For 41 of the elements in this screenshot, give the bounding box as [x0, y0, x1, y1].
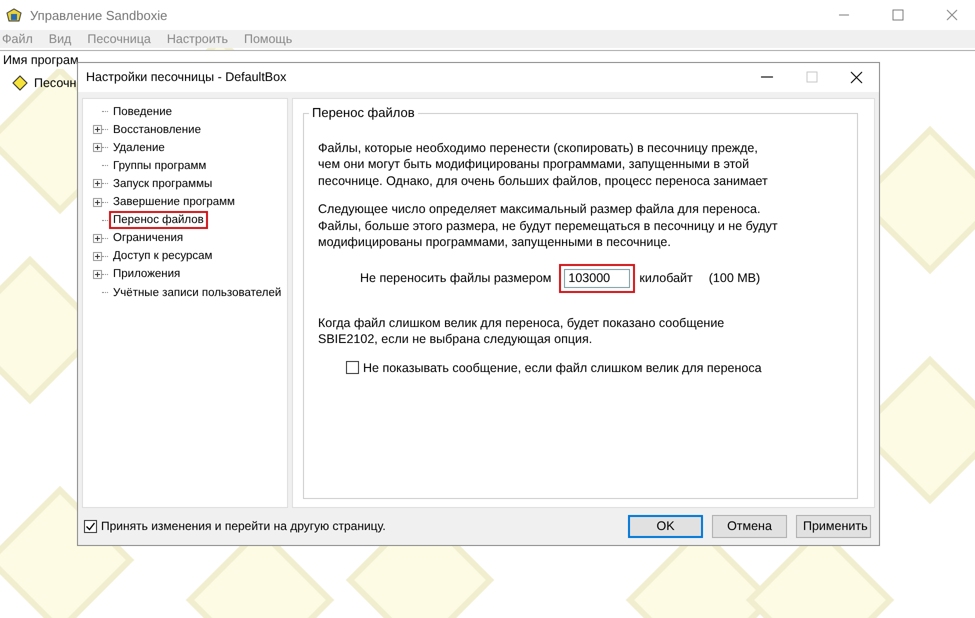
expand-icon[interactable] — [93, 143, 102, 152]
group-title: Перенос файлов — [309, 104, 418, 120]
dialog-button[interactable]: Отмена — [712, 514, 787, 538]
tree-item[interactable]: Доступ к ресурсам — [109, 247, 216, 266]
checkbox[interactable] — [346, 361, 359, 374]
expand-icon[interactable] — [93, 179, 102, 188]
checkbox[interactable] — [84, 520, 97, 533]
dialog-button[interactable]: Применить — [796, 514, 871, 538]
tree-item[interactable]: Группы программ — [109, 156, 210, 175]
tree-item[interactable]: Восстановление — [109, 120, 205, 139]
dialog-title: Настройки песочницы - DefaultBox — [86, 70, 286, 84]
tree-item[interactable]: Ограничения — [109, 229, 188, 248]
tree-item[interactable]: Песочн — [34, 76, 76, 90]
description-text: Файлы, которые необходимо перенести (скопировать) в песочницу прежде, чем они могут быть модифицированы программами, запущенными в этой песочнице. Однако, для очень больших файлов, процесс переноса занимает — [318, 140, 769, 190]
close-icon[interactable] — [850, 70, 863, 84]
expand-icon[interactable] — [93, 234, 102, 243]
dialog-button[interactable]: OK — [628, 514, 703, 538]
expand-icon[interactable] — [93, 270, 102, 279]
size-note: (100 MB) — [708, 271, 760, 286]
tree-item[interactable]: Приложения — [109, 265, 184, 284]
tree-item[interactable]: Перенос файлов — [109, 211, 208, 230]
maximize-icon — [806, 71, 818, 84]
tree-item[interactable]: Запуск программы — [109, 174, 216, 193]
expand-icon[interactable] — [93, 252, 102, 261]
diamond-icon — [12, 75, 28, 91]
size-input[interactable]: 103000 — [564, 268, 630, 288]
tree-item[interactable]: Поведение — [109, 102, 176, 121]
description-text: Следующее число определяет максимальный размер файла для переноса. Файлы, больше этого размера, не будут перемещаться в песочницу и не будут модифицированы программами, запущенными в песочнице. — [318, 201, 779, 251]
maximize-icon[interactable] — [892, 9, 904, 21]
checkbox-label[interactable]: Не показывать сообщение, если файл слишком велик для переноса — [363, 360, 762, 375]
expand-icon[interactable] — [93, 125, 102, 134]
unit-label: килобайт — [639, 271, 693, 286]
description-text: Когда файл слишком велик для переноса, будет показано сообщение SBIE2102, если не выбрана следующая опция. — [318, 314, 726, 348]
tree-item[interactable]: Учётные записи пользователей — [109, 284, 286, 302]
app-icon — [6, 7, 22, 23]
window-title: Управление Sandboxie — [30, 8, 168, 22]
checkbox-label[interactable]: Принять изменения и перейти на другую страницу. — [101, 519, 386, 534]
tree-item[interactable]: Удаление — [109, 138, 169, 157]
size-label: Не переносить файлы размером — [360, 271, 552, 286]
expand-icon[interactable] — [93, 198, 102, 207]
tree-item[interactable]: Завершение программ — [109, 193, 239, 212]
